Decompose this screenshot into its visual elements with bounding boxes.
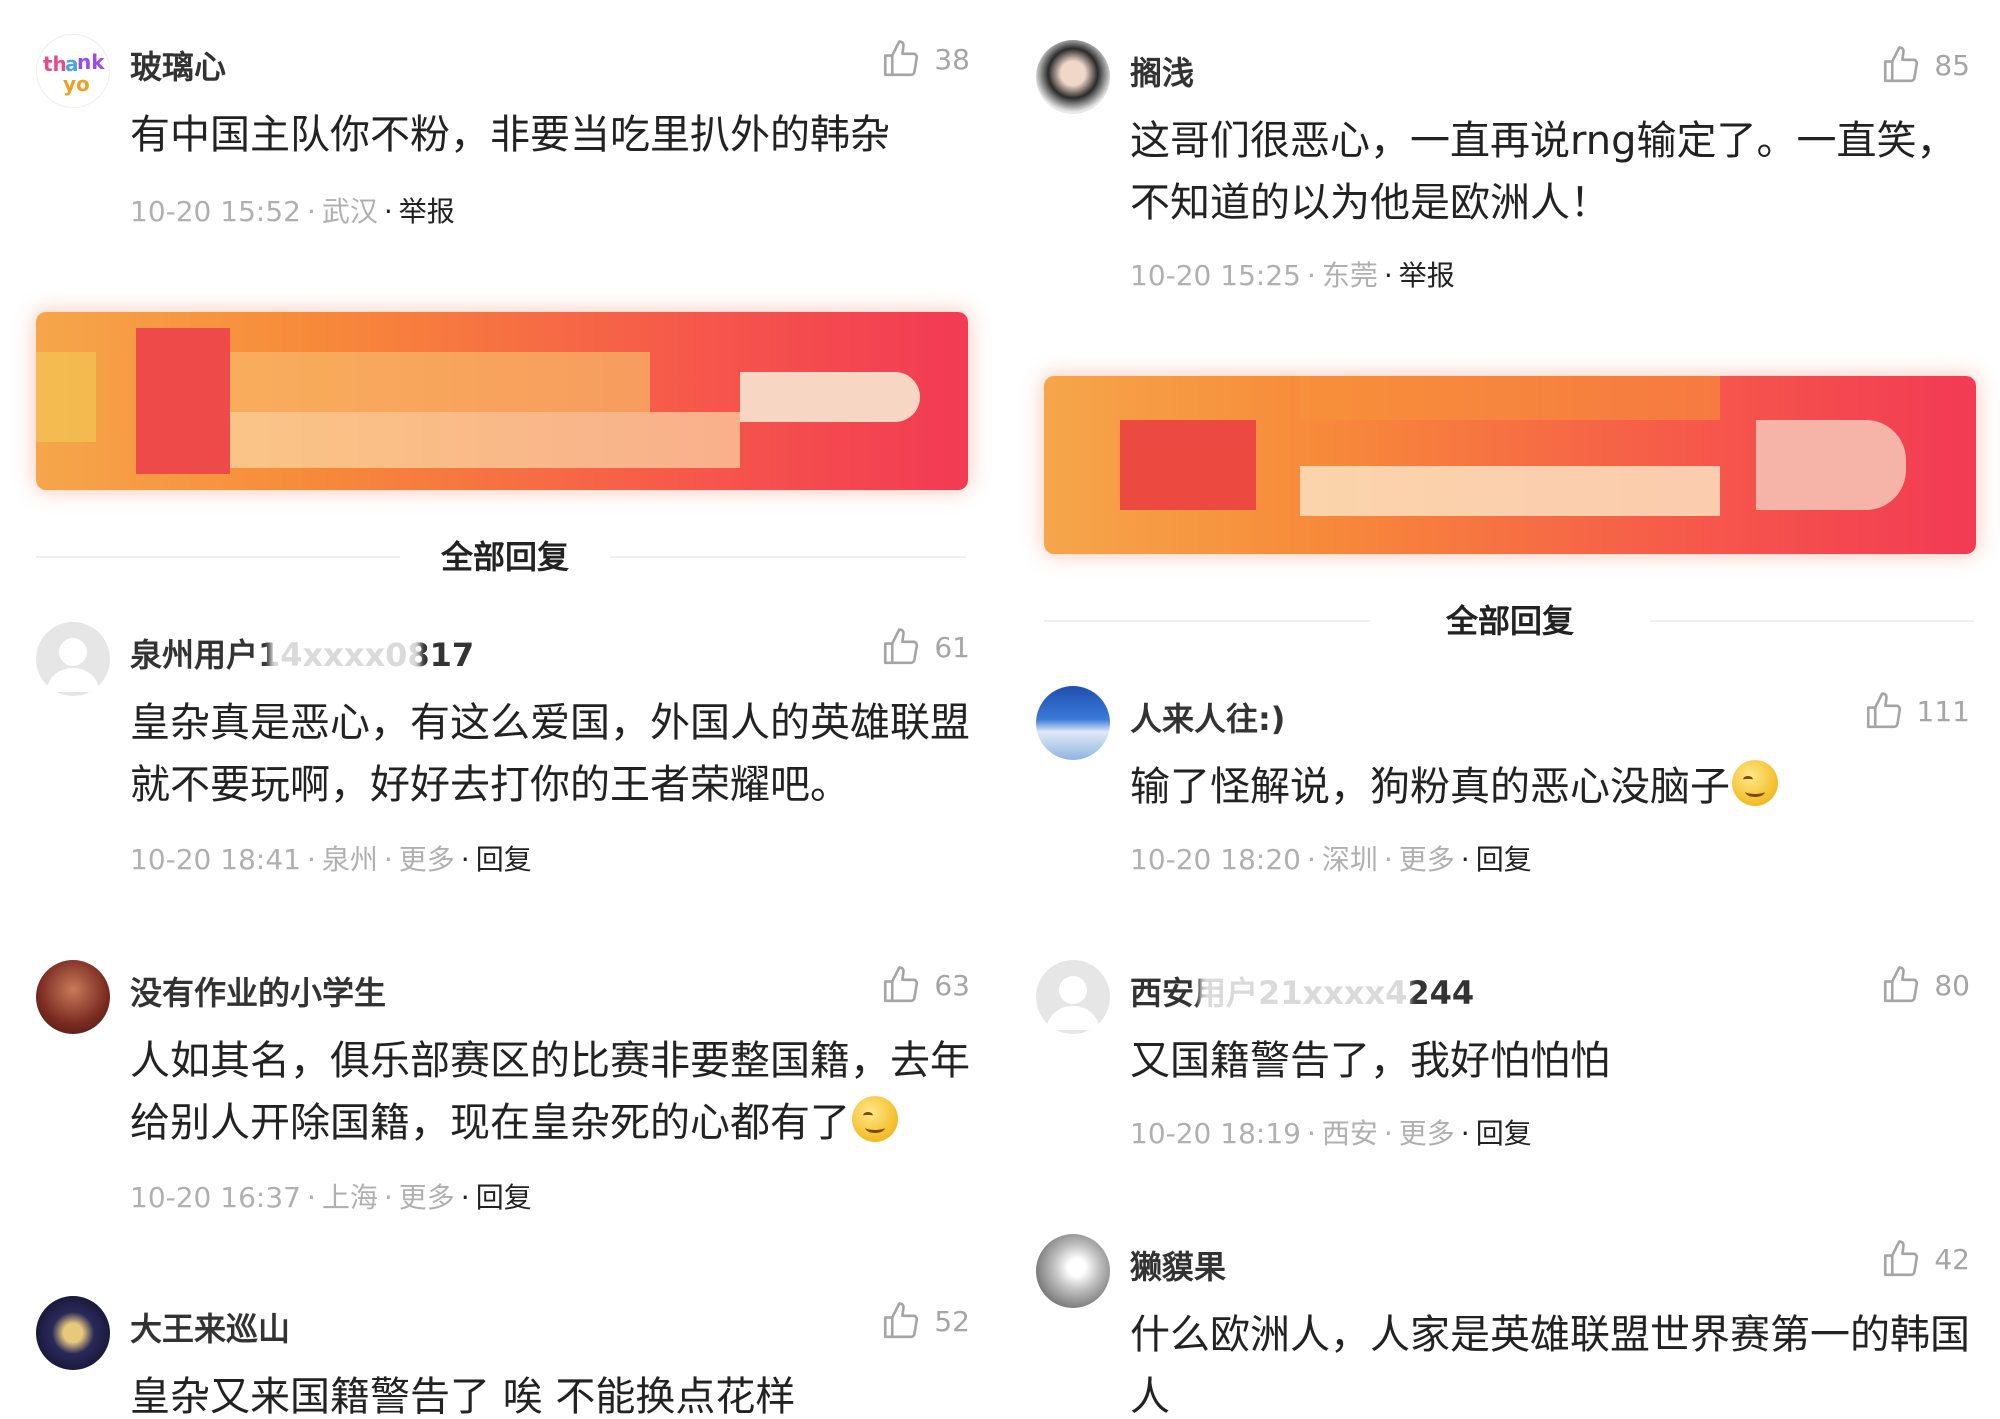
comment-location: 西安 (1321, 1117, 1378, 1150)
comment-text: 有中国主队你不粉，非要当吃里扒外的韩杂 (130, 112, 890, 158)
comment-meta: 10-20 15:52 · 武汉 · 举报 (130, 195, 455, 228)
like-button[interactable]: 80 (1880, 964, 1970, 1006)
banner-pixel-block (1300, 376, 1720, 420)
thumbs-up-icon (880, 626, 922, 668)
like-button[interactable]: 63 (880, 964, 970, 1006)
banner-pixel-block (230, 352, 650, 412)
redaction-blur (270, 608, 420, 698)
comment-location: 泉州 (321, 843, 378, 876)
comment-text-content: 输了怪解说，狗粉真的恶心没脑子 (1130, 764, 1730, 810)
all-replies-heading: 全部回复 (400, 532, 610, 578)
comment-date: 10-20 18:20 (1130, 843, 1301, 876)
all-replies-heading: 全部回复 (1370, 596, 1650, 642)
more-link[interactable]: 更多 (399, 1181, 455, 1214)
avatar[interactable] (1036, 40, 1110, 114)
avatar[interactable] (36, 960, 110, 1034)
reply-link[interactable]: 回复 (1476, 1117, 1532, 1150)
like-button[interactable]: 38 (880, 38, 970, 80)
banner-pixel-block (1756, 420, 1906, 510)
comment-meta: 10-20 16:37 · 上海 · 更多 · 回复 (130, 1181, 532, 1214)
like-count: 42 (1934, 1242, 1970, 1276)
comment-date: 10-20 18:19 (1130, 1117, 1301, 1150)
svg-text:yo: yo (63, 72, 90, 96)
more-link[interactable]: 更多 (1399, 1117, 1455, 1150)
reply-link[interactable]: 回复 (1476, 843, 1532, 876)
comment-meta: 10-20 18:19 · 西安 · 更多 · 回复 (1130, 1117, 1532, 1150)
avatar[interactable] (1036, 1234, 1110, 1308)
svg-text:nk: nk (77, 50, 105, 74)
default-user-avatar-icon[interactable] (1036, 960, 1110, 1034)
right-comment-column: 搁浅 85 这哥们很恶心，一直再说rng输定了。一直笑，不知道的以为他是欧洲人！… (1000, 0, 1990, 1419)
banner-pixel-block (1300, 466, 1720, 516)
like-button[interactable]: 61 (880, 626, 970, 668)
comment-text: 这哥们很恶心，一直再说rng输定了。一直笑，不知道的以为他是欧洲人！ (1130, 118, 1957, 226)
like-button[interactable]: 85 (1880, 44, 1970, 86)
like-button[interactable]: 52 (880, 1300, 970, 1342)
thumbs-up-icon (880, 964, 922, 1006)
thumbs-up-icon (1880, 1238, 1922, 1280)
smirk-emoji-icon (1732, 760, 1778, 806)
comment-location: 深圳 (1321, 843, 1378, 876)
comment-date: 10-20 18:41 (130, 843, 301, 876)
banner-pixel-block (230, 412, 740, 468)
comment-meta: 10-20 18:20 · 深圳 · 更多 · 回复 (1130, 843, 1532, 876)
username[interactable]: 搁浅 (1130, 48, 1194, 94)
comment-date: 10-20 16:37 (130, 1181, 301, 1214)
like-button[interactable]: 42 (1880, 1238, 1970, 1280)
username[interactable]: 獭貘果 (1130, 1242, 1226, 1288)
comment-meta: 10-20 18:41 · 泉州 · 更多 · 回复 (130, 843, 532, 876)
comment-text-content: 人如其名，俱乐部赛区的比赛非要整国籍，去年给别人开除国籍，现在皇杂死的心都有了 (130, 1038, 970, 1146)
comment-location: 上海 (321, 1181, 378, 1214)
username[interactable]: 人来人往:) (1130, 694, 1285, 740)
banner-pixel-block (1120, 420, 1256, 510)
username[interactable]: 大王来巡山 (130, 1304, 290, 1350)
more-link[interactable]: 更多 (399, 843, 455, 876)
comment-text: 人如其名，俱乐部赛区的比赛非要整国籍，去年给别人开除国籍，现在皇杂死的心都有了 (130, 1030, 970, 1154)
username[interactable]: 玻璃心 (130, 42, 226, 88)
comment-location: 东莞 (1321, 259, 1378, 292)
avatar[interactable]: th a nk yo (36, 34, 110, 108)
like-count: 38 (934, 42, 970, 76)
avatar[interactable] (36, 1296, 110, 1370)
smirk-emoji-icon (852, 1096, 898, 1142)
left-comment-column: th a nk yo 玻璃心 38 有中国主队你不粉，非要当吃里扒外的韩杂 10… (0, 0, 990, 1419)
thumbs-up-icon (880, 1300, 922, 1342)
reply-link[interactable]: 回复 (476, 843, 532, 876)
reply-link[interactable]: 回复 (476, 1181, 532, 1214)
ad-banner[interactable] (1044, 376, 1976, 554)
comment-meta: 10-20 15:25 · 东莞 · 举报 (1130, 259, 1455, 292)
default-user-avatar-icon[interactable] (36, 622, 110, 696)
more-link[interactable]: 更多 (1399, 843, 1455, 876)
like-count: 85 (1934, 48, 1970, 82)
banner-pixel-block (740, 372, 920, 422)
thumbs-up-icon (1863, 690, 1905, 732)
like-count: 111 (1916, 694, 1970, 728)
thumbs-up-icon (1880, 964, 1922, 1006)
comment-text: 输了怪解说，狗粉真的恶心没脑子 (1130, 756, 1970, 818)
comment-date: 10-20 15:52 (130, 195, 301, 228)
like-count: 80 (1934, 968, 1970, 1002)
redaction-blur (1200, 930, 1410, 1030)
thumbs-up-icon (880, 38, 922, 80)
banner-pixel-block (136, 328, 230, 474)
comment-date: 10-20 15:25 (1130, 259, 1301, 292)
comment-text: 皇杂真是恶心，有这么爱国，外国人的英雄联盟就不要玩啊，好好去打你的王者荣耀吧。 (130, 700, 970, 808)
comment-location: 武汉 (321, 195, 378, 228)
username[interactable]: 没有作业的小学生 (130, 968, 386, 1014)
like-button[interactable]: 111 (1863, 690, 1970, 732)
like-count: 52 (934, 1304, 970, 1338)
comment-text: 什么欧洲人，人家是英雄联盟世界赛第一的韩国人 (1130, 1312, 1970, 1419)
banner-pixel-block (36, 352, 96, 442)
comment-text: 皇杂又来国籍警告了 唉 不能换点花样 (130, 1374, 796, 1419)
report-link[interactable]: 举报 (399, 195, 455, 228)
ad-banner[interactable] (36, 312, 968, 490)
avatar[interactable] (1036, 686, 1110, 760)
like-count: 63 (934, 968, 970, 1002)
report-link[interactable]: 举报 (1399, 259, 1455, 292)
thumbs-up-icon (1880, 44, 1922, 86)
comment-text: 又国籍警告了，我好怕怕怕 (1130, 1038, 1610, 1084)
like-count: 61 (934, 630, 970, 664)
